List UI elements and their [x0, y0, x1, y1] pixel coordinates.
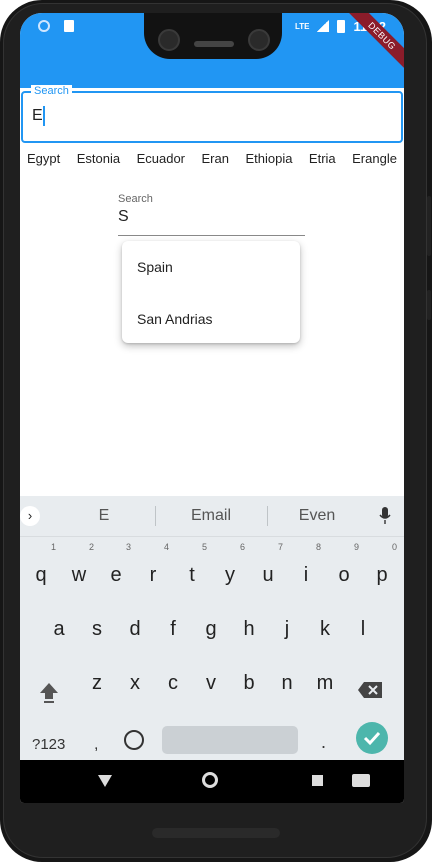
key-e[interactable]: e: [99, 564, 133, 587]
period-key[interactable]: .: [321, 732, 326, 753]
search-input[interactable]: Search E: [21, 85, 403, 143]
bottom-speaker: [152, 828, 280, 838]
key-a[interactable]: a: [42, 618, 76, 641]
key-g[interactable]: g: [194, 618, 228, 641]
app-screen: LTE 11:12 DEBUG Search E Egypt Estonia E…: [20, 13, 404, 803]
chip-item[interactable]: Eran: [202, 151, 229, 175]
input-underline: [118, 235, 305, 236]
key-b[interactable]: b: [232, 672, 266, 695]
notification-dot-icon: [38, 20, 50, 32]
check-icon[interactable]: [356, 722, 388, 754]
key-hint: 8: [316, 542, 322, 552]
front-camera-icon: [158, 29, 180, 51]
system-nav-bar: [20, 760, 404, 803]
soft-keyboard: › E Email Even 1 2 3 4 5 6 7 8 9 0 q w e…: [20, 496, 404, 760]
key-z[interactable]: z: [80, 672, 114, 695]
keyboard-switch-icon[interactable]: [352, 774, 370, 787]
key-j[interactable]: j: [270, 618, 304, 641]
suggestion-item[interactable]: Email: [156, 507, 266, 525]
key-x[interactable]: x: [118, 672, 152, 695]
comma-key[interactable]: ,: [94, 736, 98, 754]
backspace-icon[interactable]: [358, 682, 382, 698]
autocomplete-value: S: [118, 208, 129, 225]
shift-icon[interactable]: [38, 681, 60, 703]
front-sensor-icon: [248, 29, 270, 51]
recent-apps-icon[interactable]: [312, 775, 323, 786]
space-key[interactable]: [162, 726, 298, 754]
chip-item[interactable]: Estonia: [77, 151, 120, 175]
autocomplete-dropdown: Spain San Andrias: [122, 241, 300, 343]
earpiece-speaker: [194, 41, 234, 47]
key-t[interactable]: t: [175, 564, 209, 587]
phone-notch: [144, 13, 282, 59]
home-icon[interactable]: [202, 772, 218, 788]
autocomplete-search-input[interactable]: Search S: [118, 191, 305, 237]
key-hint: 2: [89, 542, 95, 552]
chip-item[interactable]: Egypt: [27, 151, 60, 175]
key-hint: 3: [126, 542, 132, 552]
chip-item[interactable]: Etria: [309, 151, 336, 175]
suggestion-bar: › E Email Even: [20, 496, 404, 537]
text-cursor: [43, 106, 45, 126]
key-hint: 5: [202, 542, 208, 552]
key-d[interactable]: d: [118, 618, 152, 641]
power-button: [427, 290, 431, 320]
emoji-icon[interactable]: [124, 730, 144, 750]
chevron-right-icon[interactable]: ›: [20, 506, 40, 526]
search-input-value: E: [32, 107, 43, 124]
key-hint: 6: [240, 542, 246, 552]
chip-item[interactable]: Ethiopia: [245, 151, 292, 175]
network-type: LTE: [294, 21, 310, 31]
key-hint: 4: [164, 542, 170, 552]
key-hint: 0: [392, 542, 398, 552]
sd-card-icon: [64, 20, 74, 32]
key-k[interactable]: k: [308, 618, 342, 641]
key-v[interactable]: v: [194, 672, 228, 695]
key-f[interactable]: f: [156, 618, 190, 641]
battery-icon: [337, 19, 346, 33]
key-n[interactable]: n: [270, 672, 304, 695]
key-hint: 1: [51, 542, 57, 552]
key-y[interactable]: y: [213, 564, 247, 587]
signal-icon: [317, 20, 330, 32]
search-input-label: Search: [31, 85, 72, 97]
key-h[interactable]: h: [232, 618, 266, 641]
key-o[interactable]: o: [327, 564, 361, 587]
key-hint: 9: [354, 542, 360, 552]
mic-icon[interactable]: [378, 506, 392, 526]
back-icon[interactable]: [98, 775, 112, 787]
key-u[interactable]: u: [251, 564, 285, 587]
key-l[interactable]: l: [346, 618, 380, 641]
key-m[interactable]: m: [308, 672, 342, 695]
autocomplete-label: Search: [118, 193, 153, 205]
key-hint: 7: [278, 542, 284, 552]
dropdown-option-spain[interactable]: Spain: [137, 259, 173, 275]
numbers-key[interactable]: ?123: [32, 736, 65, 753]
key-i[interactable]: i: [289, 564, 323, 587]
suggestion-item[interactable]: E: [49, 507, 159, 525]
chip-item[interactable]: Ecuador: [137, 151, 185, 175]
dropdown-option-san-andrias[interactable]: San Andrias: [137, 311, 213, 327]
phone-frame: LTE 11:12 DEBUG Search E Egypt Estonia E…: [0, 0, 432, 862]
key-c[interactable]: c: [156, 672, 190, 695]
key-p[interactable]: p: [365, 564, 399, 587]
chip-item[interactable]: Erangle: [352, 151, 397, 175]
key-q[interactable]: q: [24, 564, 58, 587]
key-r[interactable]: r: [136, 564, 170, 587]
key-s[interactable]: s: [80, 618, 114, 641]
suggestion-item[interactable]: Even: [262, 507, 372, 525]
key-w[interactable]: w: [62, 564, 96, 587]
country-chips: Egypt Estonia Ecuador Eran Ethiopia Etri…: [20, 151, 404, 175]
status-bar-left: [38, 19, 74, 33]
volume-button: [427, 196, 431, 256]
